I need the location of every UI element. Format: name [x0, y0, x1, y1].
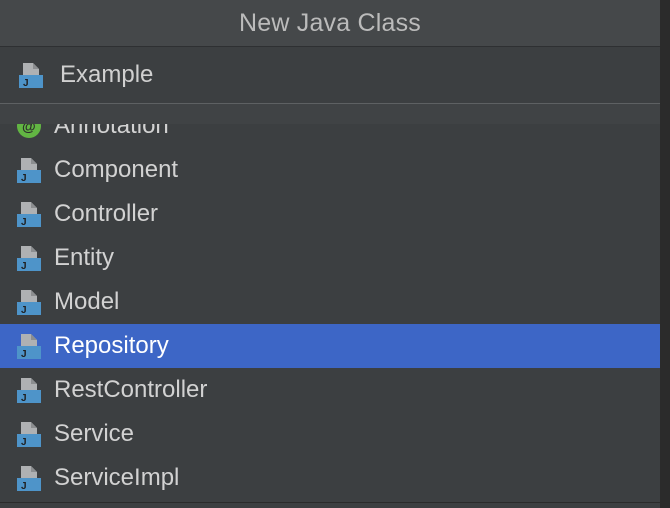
- java-class-icon: J: [14, 419, 44, 449]
- class-name-row[interactable]: J: [0, 47, 660, 103]
- list-item-serviceimpl[interactable]: J ServiceImpl: [0, 456, 660, 500]
- svg-text:J: J: [21, 481, 27, 492]
- class-name-input[interactable]: [60, 61, 580, 89]
- java-class-icon: J: [16, 60, 46, 90]
- list-item-label: RestController: [54, 376, 208, 403]
- list-item-repository[interactable]: J Repository: [0, 324, 660, 368]
- annotation-icon: @: [14, 124, 44, 141]
- list-item-label: Repository: [54, 332, 169, 359]
- list-item-label: Service: [54, 420, 135, 447]
- list-item-model[interactable]: J Model: [0, 280, 660, 324]
- java-class-icon: J: [14, 331, 44, 361]
- svg-text:J: J: [21, 173, 27, 184]
- svg-text:J: J: [21, 349, 27, 360]
- list-item-label: Model: [54, 288, 120, 315]
- svg-text:@: @: [22, 124, 36, 134]
- list-item-annotation[interactable]: @ Annotation: [0, 124, 660, 148]
- list-item-label: Component: [54, 156, 179, 183]
- svg-text:J: J: [21, 217, 27, 228]
- window-edge: [660, 0, 670, 508]
- list-item-label: Annotation: [54, 124, 169, 139]
- java-class-icon: J: [14, 155, 44, 185]
- list-item-label: Controller: [54, 200, 159, 227]
- svg-text:J: J: [21, 305, 27, 316]
- list-item-controller[interactable]: J Controller: [0, 192, 660, 236]
- java-class-icon: J: [14, 243, 44, 273]
- java-class-icon: J: [14, 463, 44, 493]
- svg-text:J: J: [21, 261, 27, 272]
- svg-text:J: J: [21, 437, 27, 448]
- list-item-component[interactable]: J Component: [0, 148, 660, 192]
- template-list[interactable]: @ Annotation J Component J Controller J …: [0, 124, 660, 502]
- java-class-icon: J: [14, 199, 44, 229]
- list-item-restcontroller[interactable]: J RestController: [0, 368, 660, 412]
- svg-text:J: J: [23, 78, 29, 89]
- list-item-label: ServiceImpl: [54, 464, 180, 491]
- list-item-entity[interactable]: J Entity: [0, 236, 660, 280]
- list-item-label: Entity: [54, 244, 115, 271]
- list-item-service[interactable]: J Service: [0, 412, 660, 456]
- java-class-icon: J: [14, 375, 44, 405]
- java-class-icon: J: [14, 287, 44, 317]
- dialog-title: New Java Class: [0, 0, 660, 47]
- list-header-fade: [0, 104, 660, 124]
- new-java-class-dialog: New Java Class J @ Annotation J Componen…: [0, 0, 661, 503]
- svg-text:J: J: [21, 393, 27, 404]
